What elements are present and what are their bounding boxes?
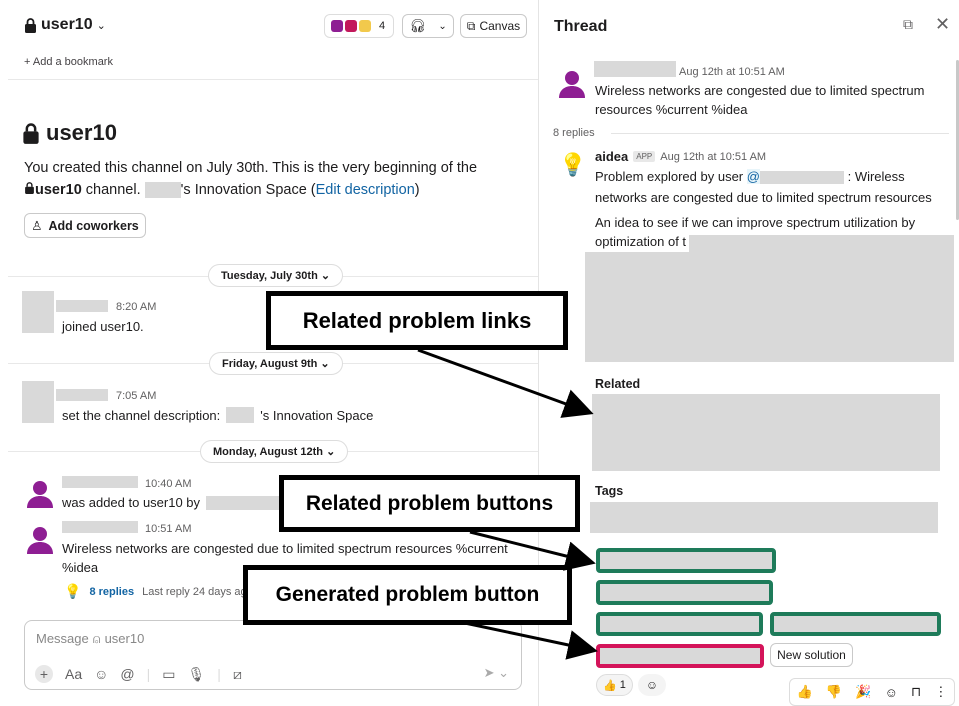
arrow-to-related-buttons xyxy=(469,530,596,571)
annotation-arrows xyxy=(417,348,598,660)
arrow-to-related-links xyxy=(417,348,594,418)
arrow-to-generated-button xyxy=(459,620,598,660)
